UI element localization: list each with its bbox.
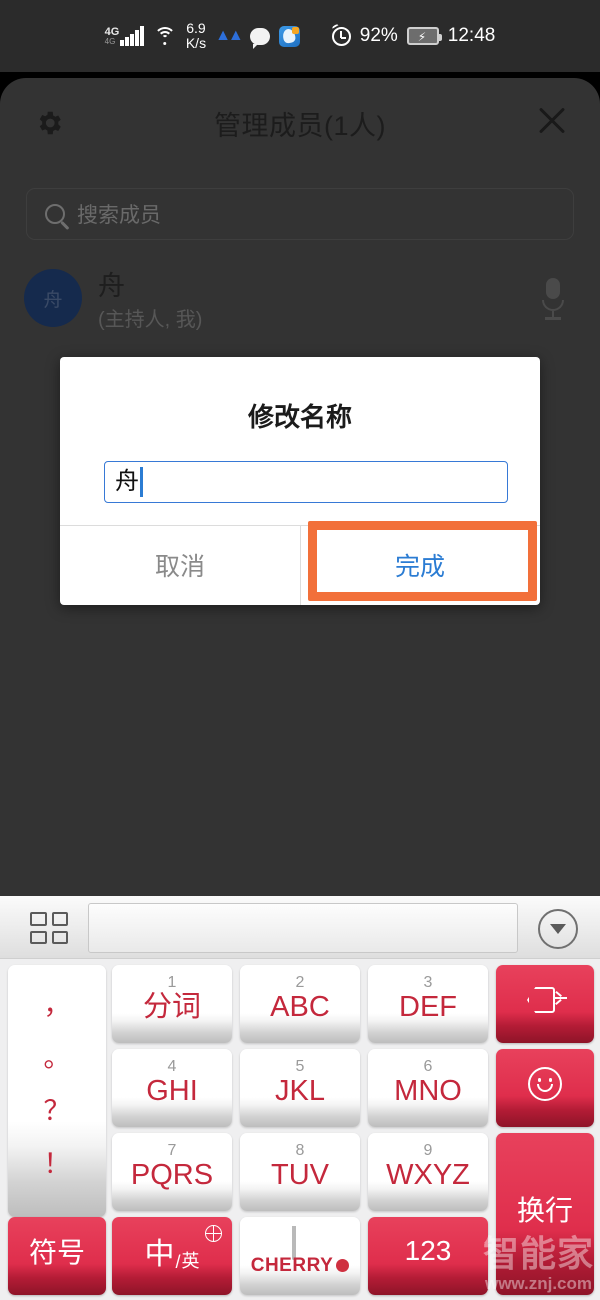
punct-period: 。 — [43, 1043, 71, 1073]
numeric-label: 123 — [404, 1235, 452, 1266]
punct-question: ？ — [43, 1096, 71, 1126]
key-number: 2 — [295, 973, 305, 991]
key-3-def[interactable]: 3 DEF — [368, 965, 488, 1043]
app-header: 管理成员(1人) — [0, 78, 600, 168]
globe-icon — [205, 1225, 222, 1242]
dialog-title: 修改名称 — [247, 402, 352, 432]
symbol-key[interactable]: 符号 — [8, 1217, 106, 1295]
key-5-jkl[interactable]: 5 JKL — [240, 1049, 360, 1127]
punctuation-key[interactable]: ， 。 ？ ！ — [8, 965, 106, 1217]
key-4-ghi[interactable]: 4 GHI — [112, 1049, 232, 1127]
key-1-fenci[interactable]: 1 分词 — [112, 965, 232, 1043]
speed-value: 6.9 — [186, 20, 206, 37]
lang-primary: 中 — [144, 1238, 175, 1271]
cherry-brand-label: CHERRY — [250, 1254, 334, 1276]
smiley-icon — [528, 1067, 562, 1101]
key-2-abc[interactable]: 2 ABC — [240, 965, 360, 1043]
name-field[interactable]: 舟 — [104, 461, 508, 503]
key-number: 4 — [167, 1057, 177, 1075]
cancel-button[interactable]: 取消 — [60, 525, 300, 605]
key-6-mno[interactable]: 6 MNO — [368, 1049, 488, 1127]
key-number: 7 — [167, 1141, 177, 1159]
messenger-icon: ▲▲ — [215, 27, 244, 44]
key-label: PQRS — [130, 1158, 214, 1191]
network-sub-label: 4G — [104, 37, 116, 46]
key-label: TUV — [271, 1158, 329, 1191]
key-label: DEF — [399, 990, 457, 1023]
emoji-key[interactable] — [496, 1049, 594, 1127]
battery-charging-icon: ⚡ — [406, 27, 442, 45]
speed-unit: K/s — [185, 35, 207, 51]
numeric-key[interactable]: 123 — [368, 1217, 488, 1295]
member-role: (主持人, 我) — [98, 309, 203, 331]
key-number: 9 — [423, 1141, 433, 1159]
key-label: GHI — [146, 1074, 198, 1107]
grid-menu-icon[interactable] — [30, 912, 68, 944]
lang-slash: / — [175, 1252, 181, 1272]
member-name: 舟 — [98, 271, 125, 301]
key-number: 3 — [423, 973, 433, 991]
clock-label: 12:48 — [447, 25, 496, 46]
keypad: ， 。 ？ ！ 1 分词 2 ABC 3 DEF 4 GHI 5 JKL 6 M… — [0, 959, 600, 1299]
rename-dialog: 修改名称 舟 取消 完成 — [60, 357, 540, 605]
search-icon — [45, 204, 65, 224]
key-label: 分词 — [142, 990, 201, 1023]
text-cursor — [140, 467, 143, 497]
key-number: 5 — [295, 1057, 305, 1075]
name-field-value: 舟 — [115, 468, 139, 495]
key-number: 6 — [423, 1057, 433, 1075]
close-icon[interactable] — [536, 104, 568, 136]
key-9-wxyz[interactable]: 9 WXYZ — [368, 1133, 488, 1211]
key-label: WXYZ — [386, 1158, 470, 1191]
lang-secondary: 英 — [181, 1251, 200, 1271]
key-label: ABC — [270, 990, 330, 1023]
key-8-tuv[interactable]: 8 TUV — [240, 1133, 360, 1211]
confirm-button[interactable]: 完成 — [300, 525, 540, 605]
backspace-icon — [527, 987, 567, 1013]
battery-percent-label: 92% — [359, 25, 398, 46]
candidate-bar[interactable] — [88, 903, 518, 953]
microphone-icon — [292, 1225, 308, 1260]
chat-bubble-icon — [249, 27, 270, 49]
signal-icon: 4G 4G — [105, 26, 144, 46]
key-label: MNO — [394, 1074, 462, 1107]
status-bar: 4G 4G 6.9 K/s ▲▲ 92% ⚡ 12:48 — [0, 0, 600, 72]
voice-input-key[interactable]: CHERRY — [240, 1217, 360, 1295]
chevron-down-icon[interactable] — [538, 909, 578, 949]
keyboard: ， 。 ？ ！ 1 分词 2 ABC 3 DEF 4 GHI 5 JKL 6 M… — [0, 896, 600, 1300]
search-placeholder: 搜索成员 — [77, 204, 161, 227]
alarm-icon — [331, 23, 351, 46]
symbol-label: 符号 — [28, 1237, 85, 1268]
search-input[interactable]: 搜索成员 — [26, 188, 574, 240]
app-icon — [278, 25, 300, 47]
language-toggle-key[interactable]: 中 / 英 — [112, 1217, 232, 1295]
key-label: JKL — [275, 1074, 325, 1107]
key-number: 8 — [295, 1141, 305, 1159]
enter-label: 换行 — [516, 1195, 573, 1226]
key-number: 1 — [167, 973, 177, 991]
keyboard-toolbar — [0, 896, 600, 959]
backspace-key[interactable] — [496, 965, 594, 1043]
cherry-logo-icon — [336, 1259, 350, 1272]
list-item[interactable]: 舟 舟 (主持人, 我) — [0, 256, 600, 342]
page-title: 管理成员(1人) — [214, 111, 386, 141]
key-7-pqrs[interactable]: 7 PQRS — [112, 1133, 232, 1211]
enter-key[interactable]: 换行 — [496, 1133, 594, 1295]
microphone-icon[interactable] — [542, 278, 564, 320]
punct-exclaim: ！ — [43, 1149, 71, 1179]
punct-comma: ， — [43, 990, 71, 1020]
avatar: 舟 — [24, 269, 82, 327]
wifi-icon — [153, 26, 177, 46]
network-speed: 6.9 K/s — [186, 21, 206, 50]
